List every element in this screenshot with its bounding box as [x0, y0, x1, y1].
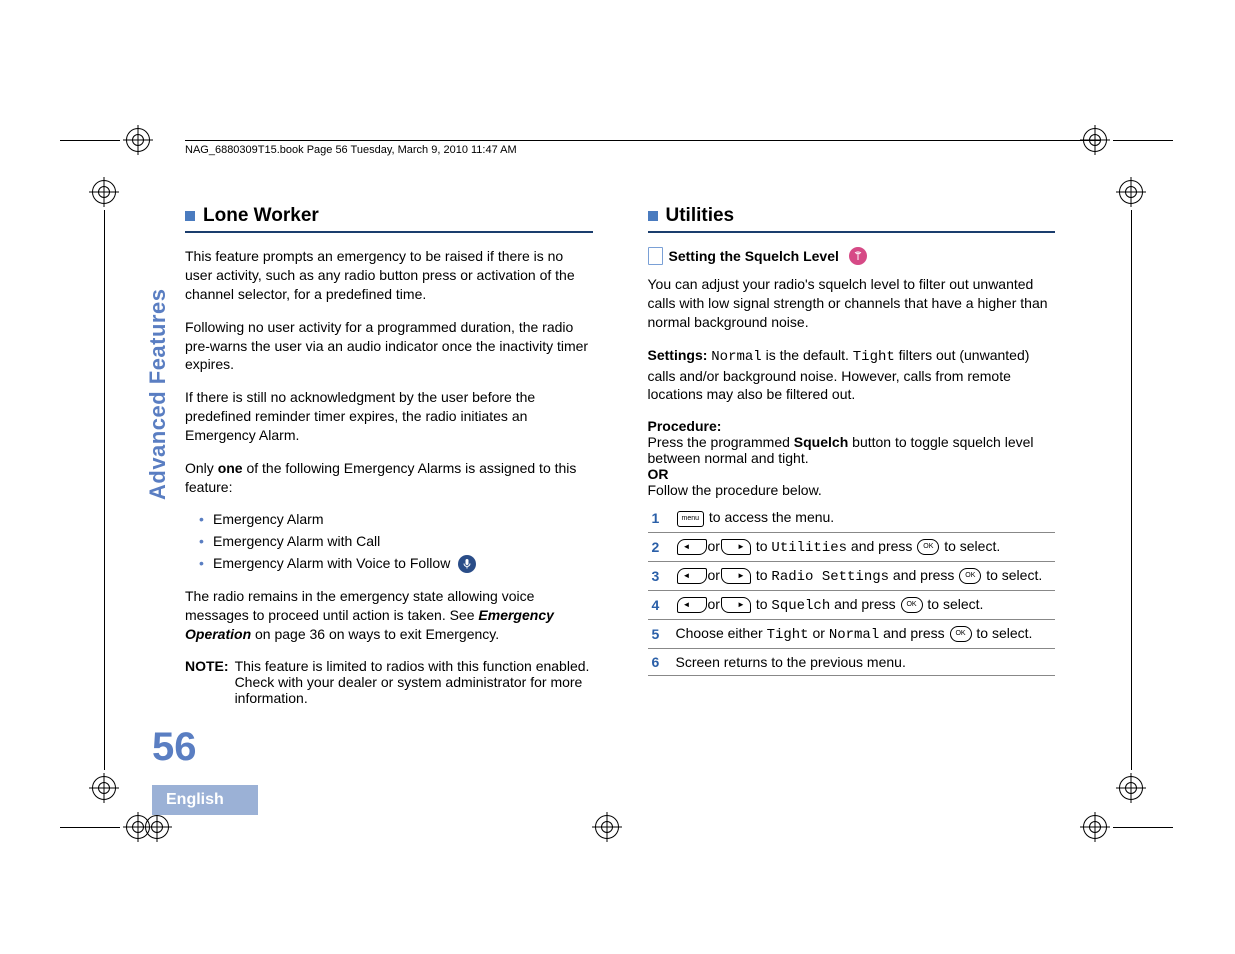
step-number: 4 — [648, 590, 672, 619]
list-item: Emergency Alarm with Call — [213, 533, 593, 549]
left-column: Lone Worker This feature prompts an emer… — [185, 205, 593, 706]
ok-key-icon: OK — [917, 539, 939, 555]
step-number: 2 — [648, 532, 672, 561]
paragraph: Settings: Normal is the default. Tight f… — [648, 346, 1056, 405]
step-number: 1 — [648, 504, 672, 532]
running-header: NAG_6880309T15.book Page 56 Tuesday, Mar… — [185, 140, 1100, 156]
step-number: 6 — [648, 648, 672, 675]
crop-mark-bottom-right — [1083, 815, 1173, 839]
heading-text: Lone Worker — [203, 205, 319, 227]
step-row: 1 menu to access the menu. — [648, 504, 1056, 532]
heading-lone-worker: Lone Worker — [185, 205, 593, 233]
right-column: Utilities Setting the Squelch Level You … — [648, 205, 1056, 706]
step-row: 5 Choose either Tight or Normal and pres… — [648, 619, 1056, 648]
right-arrow-key-icon — [721, 539, 751, 555]
antenna-icon — [849, 247, 867, 265]
left-arrow-key-icon — [677, 597, 707, 613]
crop-mark-right-upper — [1119, 180, 1143, 480]
list-item: Emergency Alarm with Voice to Follow — [213, 555, 593, 573]
crop-mark-bottom-center — [595, 815, 619, 839]
procedure-block: Procedure: Press the programmed Squelch … — [648, 418, 1056, 498]
step-row: 4 or to Squelch and press OK to select. — [648, 590, 1056, 619]
mic-icon — [458, 555, 476, 573]
side-section-label: Advanced Features — [145, 289, 171, 500]
ok-key-icon: OK — [901, 597, 923, 613]
ok-key-icon: OK — [959, 568, 981, 584]
step-number: 5 — [648, 619, 672, 648]
step-row: 3 or to Radio Settings and press OK to s… — [648, 561, 1056, 590]
crop-mark-top-left — [60, 128, 150, 152]
step-row: 2 or to Utilities and press OK to select… — [648, 532, 1056, 561]
paragraph: This feature prompts an emergency to be … — [185, 247, 593, 304]
paragraph: Following no user activity for a program… — [185, 318, 593, 375]
left-arrow-key-icon — [677, 539, 707, 555]
heading-utilities: Utilities — [648, 205, 1056, 233]
right-arrow-key-icon — [721, 568, 751, 584]
paragraph: The radio remains in the emergency state… — [185, 587, 593, 644]
square-bullet-icon — [648, 211, 658, 221]
language-tab: English — [152, 785, 258, 815]
page-number: 56 — [152, 725, 197, 770]
heading-text: Utilities — [666, 205, 735, 227]
procedure-steps: 1 menu to access the menu. 2 or to Utili… — [648, 504, 1056, 675]
note-block: NOTE: This feature is limited to radios … — [185, 658, 593, 706]
note-text: This feature is limited to radios with t… — [235, 658, 593, 706]
subheading-squelch: Setting the Squelch Level — [648, 247, 1056, 265]
step-number: 3 — [648, 561, 672, 590]
list-item: Emergency Alarm — [213, 511, 593, 527]
document-icon — [648, 247, 663, 265]
crop-mark-left-lower — [92, 480, 116, 800]
menu-key-icon: menu — [677, 511, 705, 527]
crop-mark-bottom-left — [60, 815, 150, 839]
crop-mark-left-upper — [92, 180, 116, 480]
page-content: Lone Worker This feature prompts an emer… — [185, 205, 1055, 706]
left-arrow-key-icon — [677, 568, 707, 584]
crop-mark-right-lower — [1119, 480, 1143, 800]
paragraph: If there is still no acknowledgment by t… — [185, 388, 593, 445]
ok-key-icon: OK — [950, 626, 972, 642]
paragraph: You can adjust your radio's squelch leve… — [648, 275, 1056, 332]
alarm-list: Emergency Alarm Emergency Alarm with Cal… — [213, 511, 593, 573]
note-label: NOTE: — [185, 658, 229, 706]
paragraph: Only one of the following Emergency Alar… — [185, 459, 593, 497]
right-arrow-key-icon — [721, 597, 751, 613]
square-bullet-icon — [185, 211, 195, 221]
crop-mark-bottom-left-2 — [145, 815, 169, 839]
step-row: 6 Screen returns to the previous menu. — [648, 648, 1056, 675]
